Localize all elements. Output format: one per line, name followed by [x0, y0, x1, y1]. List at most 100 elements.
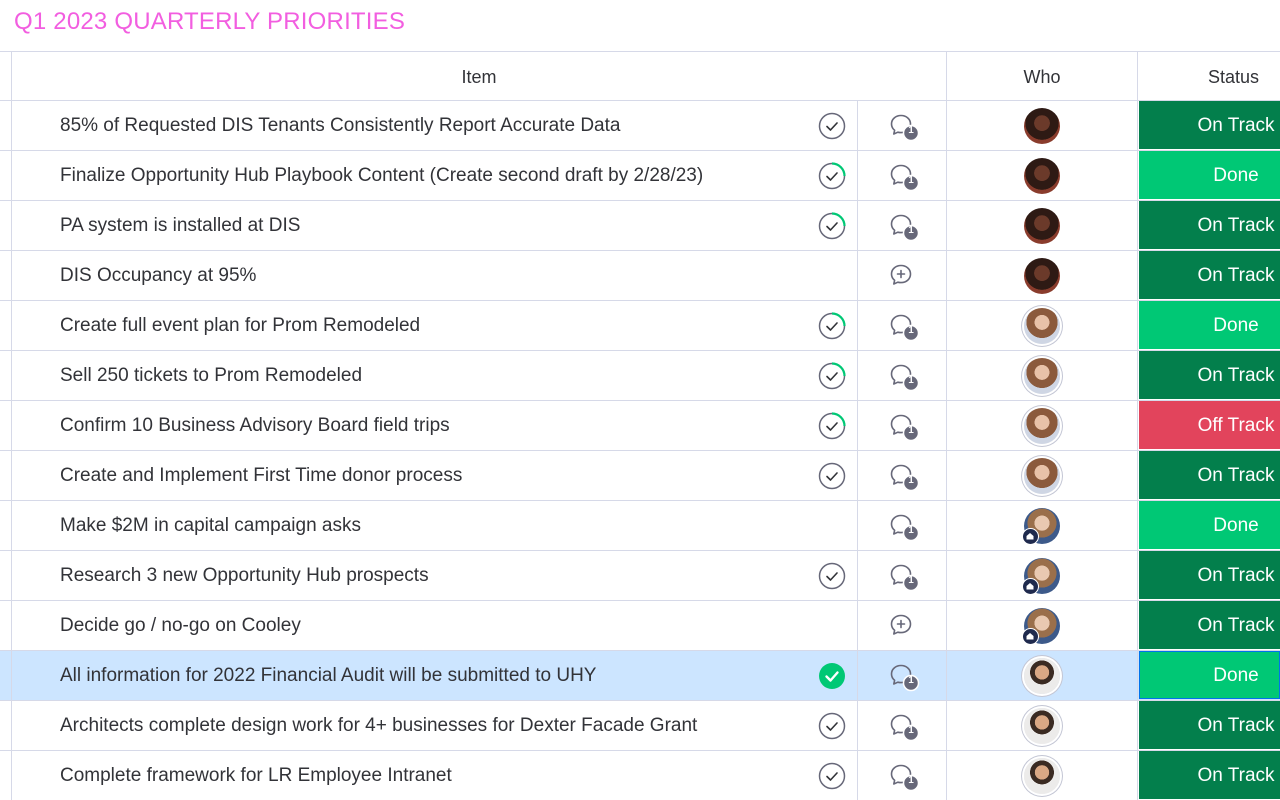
- green-partial-check-icon[interactable]: [818, 162, 846, 190]
- item-name[interactable]: Finalize Opportunity Hub Playbook Conten…: [60, 165, 703, 187]
- table-row[interactable]: Create full event plan for Prom Remodele…: [0, 301, 1280, 351]
- status-cell[interactable]: On Track: [1139, 701, 1280, 750]
- updates-cell[interactable]: 1: [857, 151, 947, 200]
- item-name[interactable]: Architects complete design work for 4+ b…: [60, 715, 697, 737]
- updates-cell[interactable]: [857, 251, 947, 300]
- table-row[interactable]: Architects complete design work for 4+ b…: [0, 701, 1280, 751]
- status-cell[interactable]: On Track: [1139, 101, 1280, 150]
- status-label[interactable]: On Track: [1139, 551, 1280, 599]
- chat-bubble-count-icon[interactable]: 1: [889, 462, 921, 492]
- status-label[interactable]: On Track: [1139, 201, 1280, 249]
- status-cell[interactable]: On Track: [1139, 351, 1280, 400]
- chat-bubble-count-icon[interactable]: 1: [889, 412, 921, 442]
- status-cell[interactable]: Done: [1139, 151, 1280, 200]
- avatar[interactable]: [1022, 558, 1060, 595]
- item-name[interactable]: Confirm 10 Business Advisory Board field…: [60, 415, 450, 437]
- updates-cell[interactable]: 1: [857, 301, 947, 350]
- item-name[interactable]: Complete framework for LR Employee Intra…: [60, 765, 452, 787]
- item-cell[interactable]: Sell 250 tickets to Prom Remodeled: [12, 351, 857, 400]
- updates-cell[interactable]: 1: [857, 451, 947, 500]
- item-cell[interactable]: Research 3 new Opportunity Hub prospects: [12, 551, 857, 600]
- table-row[interactable]: DIS Occupancy at 95% On Track: [0, 251, 1280, 301]
- status-label[interactable]: On Track: [1139, 451, 1280, 499]
- avatar[interactable]: [1024, 308, 1060, 344]
- who-cell[interactable]: [947, 151, 1138, 200]
- table-row[interactable]: Confirm 10 Business Advisory Board field…: [0, 401, 1280, 451]
- table-row[interactable]: PA system is installed at DIS 1 On Track: [0, 201, 1280, 251]
- item-name[interactable]: All information for 2022 Financial Audit…: [60, 665, 596, 687]
- status-label[interactable]: Done: [1139, 301, 1280, 349]
- who-cell[interactable]: [947, 251, 1138, 300]
- updates-cell[interactable]: 1: [857, 651, 947, 700]
- table-row[interactable]: Sell 250 tickets to Prom Remodeled 1 On Tr…: [0, 351, 1280, 401]
- chat-bubble-count-icon[interactable]: 1: [889, 212, 921, 242]
- status-cell[interactable]: Done: [1139, 651, 1280, 700]
- filled-green-check-icon[interactable]: [818, 662, 846, 690]
- column-header-status[interactable]: Status: [1139, 52, 1280, 100]
- who-cell[interactable]: [947, 701, 1138, 750]
- avatar[interactable]: [1024, 108, 1060, 144]
- status-label[interactable]: On Track: [1139, 251, 1280, 299]
- avatar[interactable]: [1024, 158, 1060, 194]
- updates-cell[interactable]: 1: [857, 701, 947, 750]
- green-partial-check-icon[interactable]: [818, 362, 846, 390]
- avatar[interactable]: [1024, 658, 1060, 694]
- avatar[interactable]: [1024, 758, 1060, 794]
- green-partial-check-icon[interactable]: [818, 412, 846, 440]
- status-label[interactable]: On Track: [1139, 751, 1280, 799]
- updates-cell[interactable]: 1: [857, 101, 947, 150]
- status-cell[interactable]: On Track: [1139, 451, 1280, 500]
- green-partial-check-icon[interactable]: [818, 212, 846, 240]
- item-cell[interactable]: DIS Occupancy at 95%: [12, 251, 857, 300]
- item-cell[interactable]: Finalize Opportunity Hub Playbook Conten…: [12, 151, 857, 200]
- status-cell[interactable]: Done: [1139, 501, 1280, 550]
- updates-cell[interactable]: 1: [857, 351, 947, 400]
- item-cell[interactable]: All information for 2022 Financial Audit…: [12, 651, 857, 700]
- status-cell[interactable]: Done: [1139, 301, 1280, 350]
- item-name[interactable]: Create full event plan for Prom Remodele…: [60, 315, 420, 337]
- status-cell[interactable]: On Track: [1139, 201, 1280, 250]
- add-update-icon[interactable]: [889, 262, 921, 292]
- avatar[interactable]: [1022, 508, 1060, 545]
- item-name[interactable]: DIS Occupancy at 95%: [60, 265, 256, 287]
- chat-bubble-count-icon[interactable]: 1: [889, 312, 921, 342]
- column-header-who[interactable]: Who: [947, 52, 1138, 100]
- who-cell[interactable]: [947, 551, 1138, 600]
- status-cell[interactable]: On Track: [1139, 751, 1280, 800]
- who-cell[interactable]: [947, 201, 1138, 250]
- chat-bubble-count-icon[interactable]: 1: [889, 712, 921, 742]
- item-name[interactable]: Make $2M in capital campaign asks: [60, 515, 361, 537]
- status-label[interactable]: Done: [1139, 151, 1280, 199]
- updates-cell[interactable]: 1: [857, 501, 947, 550]
- item-cell[interactable]: Make $2M in capital campaign asks: [12, 501, 857, 550]
- item-name[interactable]: Decide go / no-go on Cooley: [60, 615, 301, 637]
- chat-bubble-count-icon[interactable]: 1: [889, 362, 921, 392]
- who-cell[interactable]: [947, 601, 1138, 650]
- status-label[interactable]: Done: [1139, 651, 1280, 699]
- item-cell[interactable]: Create full event plan for Prom Remodele…: [12, 301, 857, 350]
- item-cell[interactable]: PA system is installed at DIS: [12, 201, 857, 250]
- avatar[interactable]: [1024, 258, 1060, 294]
- grey-check-icon[interactable]: [818, 562, 846, 590]
- status-cell[interactable]: On Track: [1139, 251, 1280, 300]
- item-name[interactable]: Research 3 new Opportunity Hub prospects: [60, 565, 429, 587]
- grey-check-icon[interactable]: [818, 112, 846, 140]
- add-update-icon[interactable]: [889, 612, 921, 642]
- table-row[interactable]: All information for 2022 Financial Audit…: [0, 651, 1280, 701]
- table-row[interactable]: Decide go / no-go on Cooley On Track: [0, 601, 1280, 651]
- status-label[interactable]: Off Track: [1139, 401, 1280, 449]
- status-cell[interactable]: On Track: [1139, 551, 1280, 600]
- who-cell[interactable]: [947, 351, 1138, 400]
- avatar[interactable]: [1024, 458, 1060, 494]
- item-cell[interactable]: Confirm 10 Business Advisory Board field…: [12, 401, 857, 450]
- who-cell[interactable]: [947, 401, 1138, 450]
- status-label[interactable]: On Track: [1139, 701, 1280, 749]
- green-partial-check-icon[interactable]: [818, 312, 846, 340]
- chat-bubble-count-icon[interactable]: 1: [889, 762, 921, 792]
- column-header-item[interactable]: Item: [12, 52, 947, 100]
- table-row[interactable]: 85% of Requested DIS Tenants Consistentl…: [0, 101, 1280, 151]
- item-cell[interactable]: Decide go / no-go on Cooley: [12, 601, 857, 650]
- item-name[interactable]: Create and Implement First Time donor pr…: [60, 465, 462, 487]
- status-cell[interactable]: On Track: [1139, 601, 1280, 650]
- group-title[interactable]: Q1 2023 QUARTERLY PRIORITIES: [14, 8, 405, 36]
